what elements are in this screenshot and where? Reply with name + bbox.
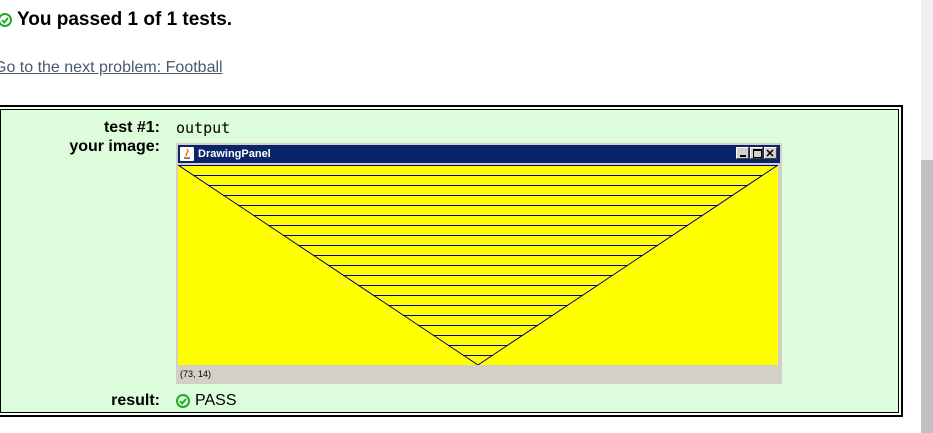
pass-check-icon bbox=[176, 394, 190, 408]
page-heading: You passed 1 of 1 tests. bbox=[0, 9, 232, 31]
result-status: PASS bbox=[176, 392, 237, 410]
window-titlebar[interactable]: DrawingPanel bbox=[178, 145, 780, 163]
window-title: DrawingPanel bbox=[198, 148, 271, 160]
heading-text: You passed 1 of 1 tests. bbox=[17, 9, 233, 30]
window-controls bbox=[736, 147, 777, 159]
maximize-icon[interactable] bbox=[750, 147, 763, 159]
drawing-svg bbox=[177, 164, 779, 366]
result-value: PASS bbox=[195, 392, 237, 409]
mouse-coordinates: (73, 14) bbox=[180, 369, 212, 379]
close-icon[interactable] bbox=[764, 147, 777, 159]
your-image-label: your image: bbox=[69, 138, 160, 155]
result-label: result: bbox=[111, 392, 160, 409]
drawing-panel-window: DrawingPanel (73, 14) bbox=[176, 143, 782, 384]
test-name: output bbox=[176, 119, 231, 137]
test-number-label: test #1: bbox=[103, 119, 160, 136]
scrollbar-thumb[interactable] bbox=[921, 160, 933, 433]
next-problem-link[interactable]: Go to the next problem: Football bbox=[0, 59, 223, 77]
drawing-canvas bbox=[177, 164, 779, 366]
java-icon bbox=[180, 147, 194, 161]
check-circle-icon bbox=[0, 13, 12, 27]
minimize-icon[interactable] bbox=[736, 147, 749, 159]
